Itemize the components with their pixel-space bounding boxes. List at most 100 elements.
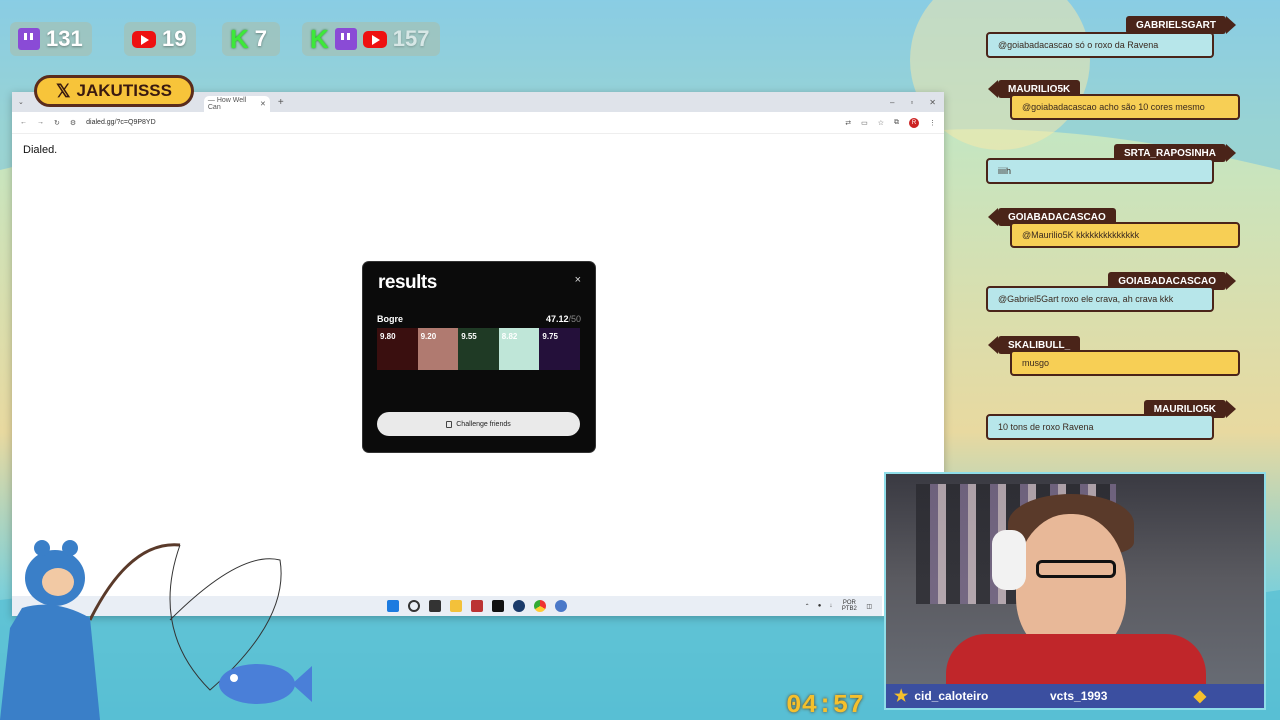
color-swatch: 8.82 (498, 328, 540, 370)
site-logo[interactable]: Dialed. (23, 144, 57, 156)
tray-icon[interactable]: ● (818, 603, 822, 609)
swatch-score: 9.55 (461, 332, 477, 341)
color-swatch: 9.20 (417, 328, 459, 370)
youtube-icon (362, 30, 387, 48)
tray-download-icon[interactable]: ↓ (829, 603, 832, 609)
copy-icon (446, 420, 453, 428)
chrome-icon[interactable] (534, 600, 546, 612)
search-icon[interactable] (408, 600, 420, 612)
chat-message: SKALIBULL_ musgo (984, 336, 1240, 380)
tab-active[interactable]: — How Well Can ✕ (203, 96, 270, 112)
chat-text: 10 tons de roxo Ravena (986, 414, 1214, 440)
x-handle: JAKUTISSS (76, 81, 172, 100)
results-title: results (378, 272, 437, 293)
challenge-label: Challenge friends (456, 420, 511, 428)
translate-icon[interactable]: ⇄ (845, 119, 851, 127)
color-swatches: 9.80 9.20 9.55 8.82 9.75 (377, 328, 580, 370)
chat-panel: GABRIELSGART @goiabadacascao só o roxo d… (984, 16, 1240, 446)
chat-message: GABRIELSGART @goiabadacascao só o roxo d… (984, 16, 1240, 60)
cam-user-2: vcts_1993 (1050, 689, 1108, 703)
forward-icon[interactable]: → (37, 119, 44, 126)
chat-text: @goiabadacascao só o roxo da Ravena (986, 32, 1214, 58)
url-field[interactable]: dialed.gg/?c=Q9P8YD (86, 119, 155, 126)
app-icon[interactable] (471, 600, 483, 612)
back-icon[interactable]: ← (20, 119, 27, 126)
cam-user-1: cid_caloteiro (914, 689, 989, 703)
twitch-icon (334, 28, 357, 50)
tab-close-icon[interactable]: ✕ (260, 100, 266, 108)
task-view-icon[interactable] (429, 600, 441, 612)
browser-window: ⌄ — How Well Can ✕ + – ▫ ✕ ← → ↻ ⚙ diale… (12, 92, 944, 616)
close-window-icon[interactable]: ✕ (929, 98, 936, 107)
swatch-score: 9.80 (380, 332, 396, 341)
diamond-icon: ◆ (1193, 688, 1206, 705)
reload-icon[interactable]: ↻ (54, 119, 60, 127)
youtube-viewer-counter: 19 (124, 22, 196, 56)
kick-viewer-counter: K 7 (222, 22, 280, 56)
tiktok-icon[interactable] (492, 600, 504, 612)
username-text: MAURILIO5K (1153, 403, 1216, 415)
tab-title: — How Well Can (207, 97, 247, 111)
username-text: SKALIBULL_ (1008, 339, 1071, 351)
glasses (1036, 560, 1116, 578)
youtube-icon (132, 30, 156, 48)
score-max: /50 (568, 314, 581, 324)
kick-icon: K (230, 23, 249, 54)
username-text: GABRIELSGART (1136, 19, 1216, 31)
new-tab-button[interactable]: + (278, 97, 284, 108)
profile-avatar[interactable]: R (909, 117, 919, 128)
menu-icon[interactable]: ⋮ (929, 119, 936, 127)
address-bar: ← → ↻ ⚙ dialed.gg/?c=Q9P8YD ⇄ ▭ ☆ ⧉ R ⋮ (12, 112, 944, 134)
steam-icon[interactable] (513, 600, 525, 612)
maximize-icon[interactable]: ▫ (910, 98, 913, 107)
chat-message: MAURILIO5K 10 tons de roxo Ravena (984, 400, 1240, 444)
cam-nameplate: ★ cid_caloteiro vcts_1993 ◆ (886, 684, 1264, 708)
bookmark-star-icon[interactable]: ☆ (878, 119, 884, 127)
username-text: GOIABADACASCAO (1008, 211, 1106, 223)
webcam-feed: ★ cid_caloteiro vcts_1993 ◆ (884, 472, 1266, 710)
challenge-friends-button[interactable]: Challenge friends (377, 412, 580, 436)
page-content: Dialed. results × Bogre 47.12/50 9.80 9.… (12, 134, 944, 594)
tab-list-icon[interactable]: ⌄ (18, 98, 24, 106)
network-icon[interactable]: ◫ (866, 603, 872, 610)
site-info-icon[interactable]: ⚙ (70, 119, 76, 127)
results-modal: results × Bogre 47.12/50 9.80 9.20 9.55 … (363, 262, 595, 452)
minimize-icon[interactable]: – (890, 98, 894, 107)
language-indicator[interactable]: POR PTB2 (840, 600, 858, 612)
username-text: SRTA_RAPOSINHA (1123, 147, 1216, 159)
extensions-icon[interactable]: ⧉ (894, 119, 899, 127)
color-swatch: 9.80 (377, 328, 418, 370)
x-handle-badge: 𝕏 JAKUTISSS (34, 75, 194, 107)
chat-text: @goiabadacascao acho são 10 cores mesmo (1010, 94, 1240, 120)
color-swatch: 9.75 (539, 328, 580, 370)
chat-text: musgo (1010, 350, 1240, 376)
close-icon[interactable]: × (575, 274, 581, 286)
app-icon[interactable] (555, 600, 567, 612)
start-icon[interactable] (387, 600, 399, 612)
file-explorer-icon[interactable] (450, 600, 462, 612)
kick-count: 7 (254, 26, 268, 51)
kick-icon: K (310, 23, 329, 54)
chat-message: SRTA_RAPOSINHA iiiih (984, 144, 1240, 188)
player-name: Bogre (377, 314, 404, 324)
twitch-count: 131 (46, 26, 83, 51)
username-text: GOIABADACASCAO (1118, 275, 1216, 287)
x-logo-icon: 𝕏 (56, 80, 71, 101)
swatch-score: 8.82 (501, 332, 518, 341)
stream-timer: 04:57 (786, 690, 865, 720)
chat-text: iiiih (986, 158, 1214, 184)
swatch-score: 9.75 (542, 332, 558, 341)
youtube-count: 19 (162, 26, 187, 51)
twitch-icon (18, 28, 40, 50)
chat-message: MAURILIO5K @goiabadacascao acho são 10 c… (984, 80, 1240, 124)
cast-icon[interactable]: ▭ (861, 119, 868, 127)
username-text: MAURILIO5K (1008, 83, 1071, 95)
total-count: 157 (392, 26, 430, 51)
color-swatch: 9.55 (458, 328, 499, 370)
headset (992, 530, 1026, 590)
chat-text: @Gabriel5Gart roxo ele crava, ah crava k… (986, 286, 1214, 312)
swatch-score: 9.20 (420, 332, 437, 341)
tray-chevron-icon[interactable]: ⌃ (805, 603, 810, 610)
chat-message: GOIABADACASCAO @Maurilio5K kkkkkkkkkkkkk… (984, 208, 1240, 252)
star-icon: ★ (894, 688, 909, 705)
